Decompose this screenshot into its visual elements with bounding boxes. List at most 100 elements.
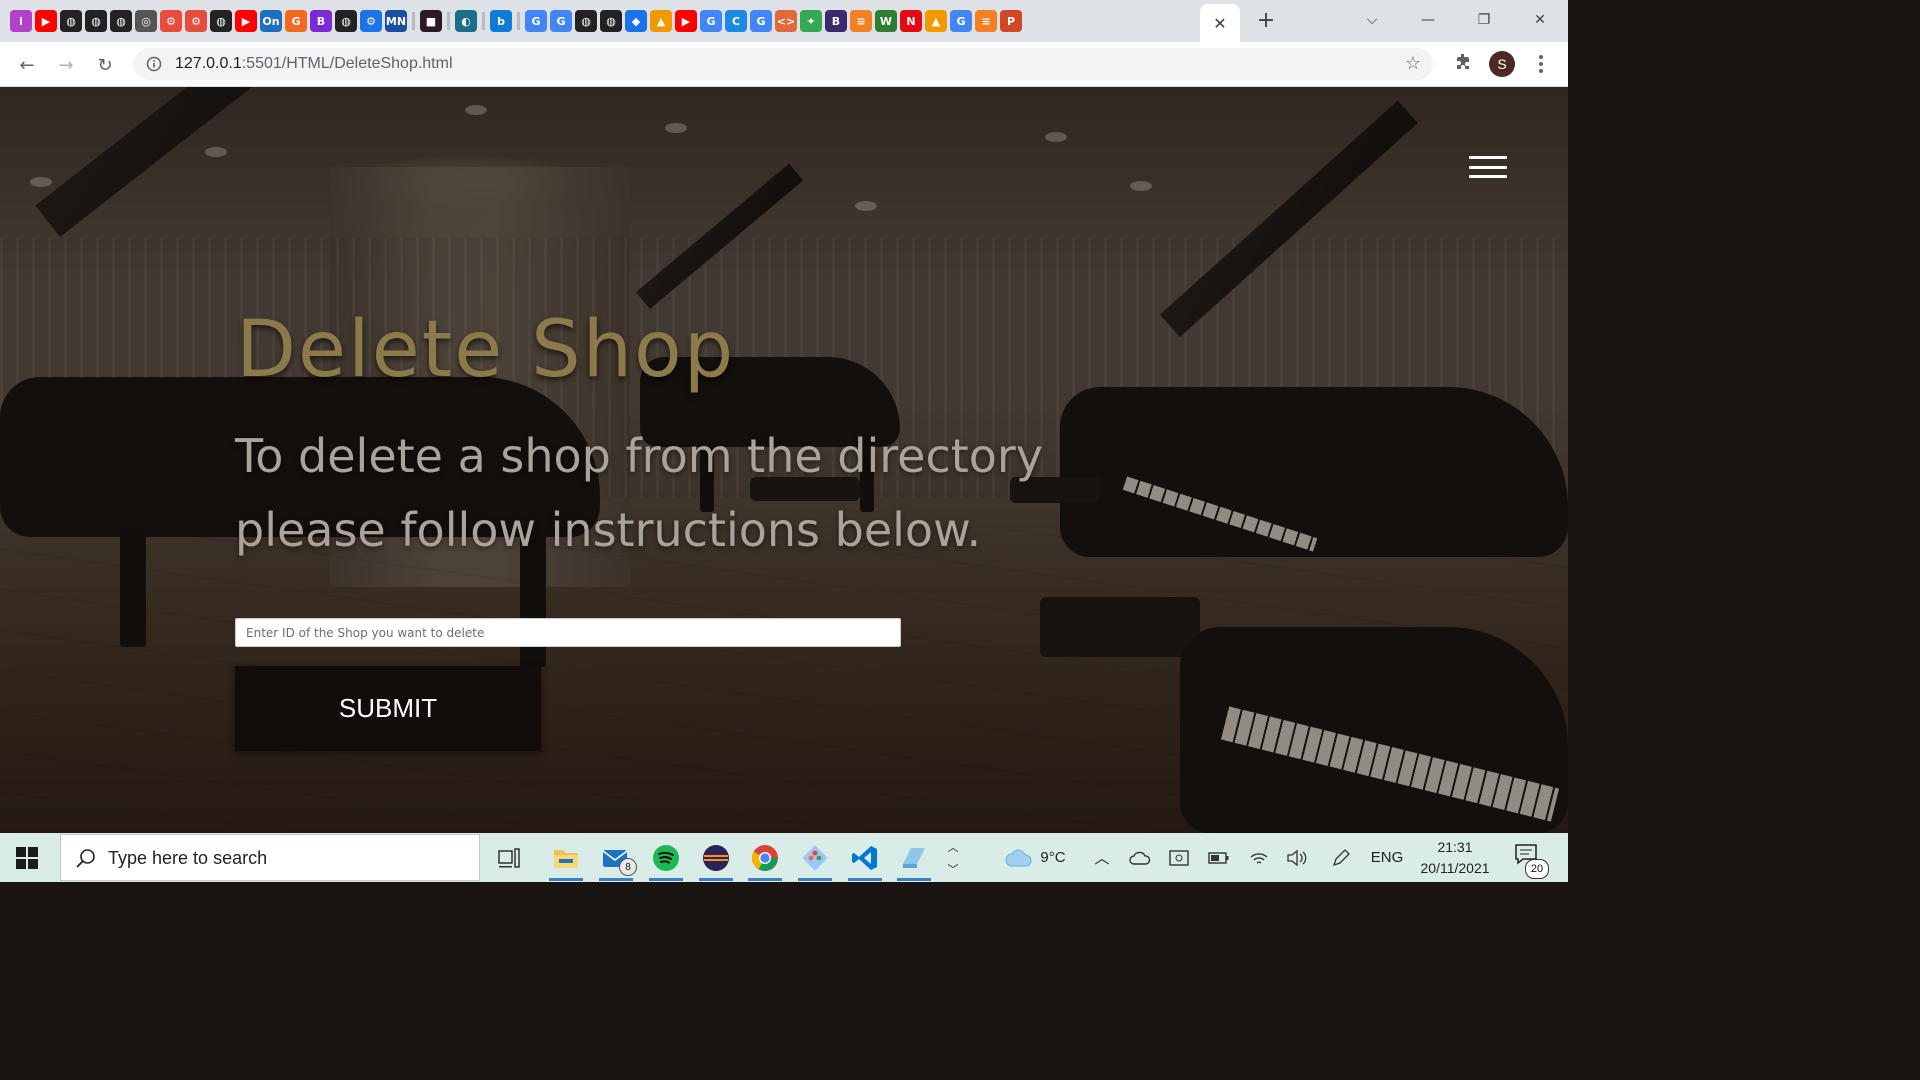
battery-icon[interactable] (1206, 833, 1232, 882)
google-icon[interactable]: G (950, 10, 972, 32)
minimize-button[interactable]: — (1408, 6, 1448, 34)
globe-icon[interactable]: ◎ (135, 10, 157, 32)
puzzle-icon[interactable]: ▲ (650, 10, 672, 32)
c-icon[interactable]: C (725, 10, 747, 32)
task-view-icon[interactable] (492, 840, 526, 876)
active-app-indicator (649, 878, 683, 881)
github-icon[interactable]: ◍ (85, 10, 107, 32)
url-host: 127.0.0.1 (175, 55, 242, 72)
w-icon[interactable]: W (875, 10, 897, 32)
stackoverflow-icon[interactable]: ≡ (850, 10, 872, 32)
active-app-indicator (699, 878, 733, 881)
google-icon[interactable]: G (700, 10, 722, 32)
close-window-button[interactable]: ✕ (1520, 6, 1560, 34)
google-icon[interactable]: G (525, 10, 547, 32)
taskbar-search-box[interactable]: Type here to search (60, 834, 480, 881)
back-button[interactable]: ← (13, 51, 41, 79)
notepad-icon[interactable] (897, 840, 931, 881)
tab-separator (482, 12, 485, 30)
wifi-icon[interactable] (1246, 833, 1272, 882)
openai-icon[interactable]: ⚙ (185, 10, 207, 32)
tab-search-icon[interactable]: ⌵ (1352, 6, 1392, 34)
b-icon[interactable]: B (825, 10, 847, 32)
vscode-icon[interactable] (848, 840, 882, 881)
spotify-icon[interactable] (649, 840, 683, 881)
active-app-indicator (798, 878, 832, 881)
browser-toolbar: ← → ↻ 127.0.0.1:5501/HTML/DeleteShop.htm… (0, 42, 1568, 87)
instagram-icon[interactable]: i (10, 10, 32, 32)
google-icon[interactable]: G (750, 10, 772, 32)
mail-icon[interactable]: 8 (599, 840, 637, 881)
github-icon[interactable]: ◍ (600, 10, 622, 32)
url-text[interactable]: 127.0.0.1:5501/HTML/DeleteShop.html (175, 55, 453, 73)
active-app-indicator (748, 878, 782, 881)
mail-badge: 8 (619, 858, 637, 876)
g-icon[interactable]: G (285, 10, 307, 32)
github-icon[interactable]: ◍ (60, 10, 82, 32)
netflix-icon[interactable]: N (900, 10, 922, 32)
mdn-icon[interactable]: MN (385, 10, 407, 32)
powerpoint-icon[interactable]: P (1000, 10, 1022, 32)
close-tab-icon[interactable]: ✕ (1213, 14, 1226, 33)
forward-button[interactable]: → (52, 51, 80, 79)
github-icon[interactable]: ◍ (575, 10, 597, 32)
eclipse-icon[interactable] (699, 840, 733, 881)
diamond-icon[interactable]: ◆ (625, 10, 647, 32)
url-path: :5501/HTML/DeleteShop.html (241, 55, 453, 72)
code-icon[interactable]: <> (775, 10, 797, 32)
new-tab-button[interactable]: + (1254, 8, 1278, 33)
weather-widget[interactable]: 9°C (1000, 833, 1070, 882)
git-icon[interactable] (798, 840, 832, 881)
active-app-indicator (848, 878, 882, 881)
hamburger-menu-icon[interactable] (1469, 156, 1507, 178)
extensions-icon[interactable] (1452, 51, 1474, 73)
stackoverflow-icon[interactable]: ≡ (975, 10, 997, 32)
pen-icon[interactable] (1328, 833, 1354, 882)
submit-button[interactable]: SUBMIT (235, 666, 541, 751)
site-info-icon[interactable] (145, 55, 163, 73)
b-icon[interactable]: B (310, 10, 332, 32)
search-icon (75, 847, 97, 869)
taskbar-overflow-arrows[interactable]: ︿ ﹀ (944, 833, 962, 882)
shop-id-input[interactable] (235, 618, 901, 647)
pinned-tabs: i ▶ ◍ ◍ ◍ ◎ ⚙ ⚙ ◍ ▶ On G B ◍ ⚙ MN ■ ◐ b G G ◍ ◍ ◆ ▲ ▶ G C G <> ✦ B ≡ W N ▲ G… (10, 8, 1022, 34)
show-hidden-icons-icon[interactable]: ︿ (1092, 833, 1112, 882)
bookmark-star-icon[interactable]: ☆ (1405, 53, 1421, 74)
volume-icon[interactable] (1284, 833, 1310, 882)
language-indicator[interactable]: ENG (1368, 833, 1406, 882)
profile-avatar[interactable]: S (1489, 51, 1515, 77)
onedrive-icon[interactable] (1126, 833, 1154, 882)
meet-now-icon[interactable] (1166, 833, 1192, 882)
active-app-indicator (549, 878, 583, 881)
bing-icon[interactable]: b (490, 10, 512, 32)
openai-icon[interactable]: ⚙ (160, 10, 182, 32)
windows-start-icon[interactable] (16, 847, 38, 869)
gear-icon[interactable]: ⚙ (360, 10, 382, 32)
weather-temperature: 9°C (1040, 849, 1066, 866)
page-title: Delete Shop (236, 305, 736, 395)
puzzle-icon[interactable]: ▲ (925, 10, 947, 32)
square-icon[interactable]: ■ (420, 10, 442, 32)
github-icon[interactable]: ◍ (335, 10, 357, 32)
tab-strip: i ▶ ◍ ◍ ◍ ◎ ⚙ ⚙ ◍ ▶ On G B ◍ ⚙ MN ■ ◐ b G G ◍ ◍ ◆ ▲ ▶ G C G <> ✦ B ≡ W N ▲ G… (0, 0, 1568, 42)
active-app-indicator (599, 878, 633, 881)
address-bar[interactable]: 127.0.0.1:5501/HTML/DeleteShop.html ☆ (133, 48, 1433, 80)
active-tab[interactable]: ✕ (1200, 4, 1240, 42)
edge-icon[interactable]: ◐ (455, 10, 477, 32)
taskbar-clock[interactable]: 21:31 20/11/2021 (1410, 837, 1500, 879)
notification-count-badge: 20 (1525, 859, 1549, 879)
reload-button[interactable]: ↻ (91, 51, 119, 79)
chrome-icon[interactable] (748, 840, 782, 881)
google-icon[interactable]: G (550, 10, 572, 32)
onshape-icon[interactable]: On (260, 10, 282, 32)
file-explorer-icon[interactable] (549, 840, 583, 881)
colorful-icon[interactable]: ✦ (800, 10, 822, 32)
youtube-icon[interactable]: ▶ (675, 10, 697, 32)
browser-menu-icon[interactable] (1532, 51, 1550, 77)
youtube-icon[interactable]: ▶ (35, 10, 57, 32)
youtube-icon[interactable]: ▶ (235, 10, 257, 32)
github-icon[interactable]: ◍ (210, 10, 232, 32)
restore-button[interactable]: ❐ (1464, 6, 1504, 34)
github-icon[interactable]: ◍ (110, 10, 132, 32)
cloud-icon (1005, 849, 1032, 866)
